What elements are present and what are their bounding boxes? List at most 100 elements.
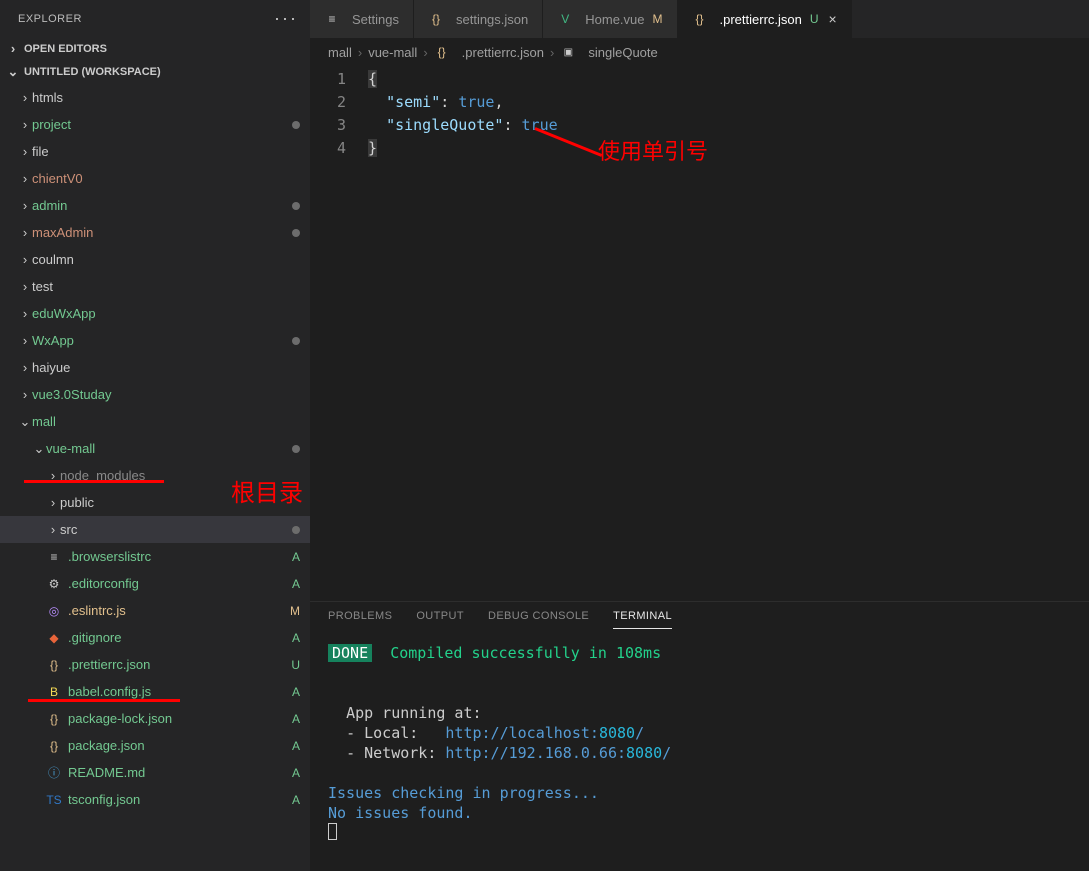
chevron-icon: ›: [18, 90, 32, 105]
modified-dot-icon: [292, 229, 300, 237]
tree-item[interactable]: ›file: [0, 138, 310, 165]
tree-item[interactable]: ›chientV0: [0, 165, 310, 192]
tree-label: WxApp: [32, 333, 292, 348]
tree-label: admin: [32, 198, 292, 213]
code-content[interactable]: { "semi": true, "singleQuote": true }: [368, 68, 1089, 601]
terminal-line: Compiled successfully in 108ms: [390, 644, 661, 662]
code-editor[interactable]: 1 2 3 4 { "semi": true, "singleQuote": t…: [310, 66, 1089, 601]
babel-icon: B: [46, 684, 62, 700]
tree-item[interactable]: ⌄vue-mall: [0, 435, 310, 462]
tree-item[interactable]: ›maxAdmin: [0, 219, 310, 246]
panel-tab[interactable]: OUTPUT: [416, 610, 464, 629]
line-number: 1: [310, 68, 346, 91]
git-status: M: [284, 604, 300, 618]
tree-item[interactable]: ›haiyue: [0, 354, 310, 381]
tree-item[interactable]: {}.prettierrc.jsonU: [0, 651, 310, 678]
editor-tab[interactable]: {}settings.json: [414, 0, 543, 38]
tree-label: file: [32, 144, 300, 159]
git-icon: ◆: [46, 630, 62, 646]
git-status: A: [284, 739, 300, 753]
tree-item[interactable]: TStsconfig.jsonA: [0, 786, 310, 813]
close-icon[interactable]: ×: [829, 11, 837, 27]
tree-item[interactable]: ›vue3.0Studay: [0, 381, 310, 408]
editor-tabs: ≡Settings{}settings.jsonVHome.vueM{}.pre…: [310, 0, 1089, 38]
tree-label: tsconfig.json: [68, 792, 284, 807]
line-number: 4: [310, 137, 346, 160]
terminal-port: 8080: [599, 724, 635, 742]
lines-icon: ≡: [46, 549, 62, 565]
tree-item[interactable]: ◎.eslintrc.jsM: [0, 597, 310, 624]
tree-item[interactable]: ›eduWxApp: [0, 300, 310, 327]
annotation-underline: [28, 699, 180, 702]
terminal-port: 8080: [626, 744, 662, 762]
chevron-icon: ›: [18, 333, 32, 348]
terminal-line: - Network:: [346, 744, 445, 762]
tree-item[interactable]: ›coulmn: [0, 246, 310, 273]
line-number: 2: [310, 91, 346, 114]
annotation-underline: [24, 480, 164, 483]
breadcrumb[interactable]: mall › vue-mall › {} .prettierrc.json › …: [310, 38, 1089, 66]
git-status: A: [284, 685, 300, 699]
breadcrumb-seg[interactable]: vue-mall: [368, 45, 417, 60]
tree-item[interactable]: ›htmls: [0, 84, 310, 111]
chevron-icon: ›: [18, 306, 32, 321]
panel-tab[interactable]: TERMINAL: [613, 610, 672, 629]
open-editors-section[interactable]: › OPEN EDITORS: [0, 37, 310, 60]
git-status: A: [284, 577, 300, 591]
tree-item[interactable]: ›WxApp: [0, 327, 310, 354]
breadcrumb-seg[interactable]: singleQuote: [588, 45, 657, 60]
tree-item[interactable]: ⌄mall: [0, 408, 310, 435]
terminal-url[interactable]: http://192.168.0.66:: [445, 744, 626, 762]
terminal-output[interactable]: DONE Compiled successfully in 108ms App …: [310, 629, 1089, 871]
gear-icon: ⚙: [46, 576, 62, 592]
breadcrumb-seg[interactable]: mall: [328, 45, 352, 60]
editor-tab[interactable]: ≡Settings: [310, 0, 414, 38]
done-badge: DONE: [328, 644, 372, 662]
chevron-right-icon: ›: [358, 45, 362, 60]
modified-dot-icon: [292, 202, 300, 210]
chevron-icon: ›: [18, 117, 32, 132]
tree-item[interactable]: ›node_modules: [0, 462, 310, 489]
tree-item[interactable]: ≡.browserslistrcA: [0, 543, 310, 570]
terminal-url[interactable]: http://localhost:: [445, 724, 599, 742]
tree-item[interactable]: ›project: [0, 111, 310, 138]
tree-item[interactable]: ›public: [0, 489, 310, 516]
modified-dot-icon: [292, 445, 300, 453]
tab-label: settings.json: [456, 12, 528, 27]
settings-icon: ≡: [324, 11, 340, 27]
more-icon[interactable]: ···: [274, 8, 298, 29]
tree-item[interactable]: ›src: [0, 516, 310, 543]
tree-label: README.md: [68, 765, 284, 780]
tree-item[interactable]: ⓘREADME.mdA: [0, 759, 310, 786]
editor-tab[interactable]: VHome.vueM: [543, 0, 677, 38]
tree-label: src: [60, 522, 292, 537]
chevron-right-icon: ›: [6, 41, 20, 56]
explorer-header: EXPLORER ···: [0, 0, 310, 37]
chevron-icon: ›: [18, 198, 32, 213]
breadcrumb-seg[interactable]: .prettierrc.json: [462, 45, 544, 60]
panel-tab[interactable]: DEBUG CONSOLE: [488, 610, 589, 629]
tree-item[interactable]: ›admin: [0, 192, 310, 219]
tree-item[interactable]: {}package-lock.jsonA: [0, 705, 310, 732]
tree-item[interactable]: ⚙ .editorconfigA: [0, 570, 310, 597]
tree-label: babel.config.js: [68, 684, 284, 699]
panel-tab[interactable]: PROBLEMS: [328, 610, 392, 629]
tree-item[interactable]: {}package.jsonA: [0, 732, 310, 759]
editor-tab[interactable]: {}.prettierrc.jsonU×: [678, 0, 852, 38]
tree-item[interactable]: ◆.gitignoreA: [0, 624, 310, 651]
tree-label: .prettierrc.json: [68, 657, 284, 672]
workspace-section[interactable]: ⌄ UNTITLED (WORKSPACE): [0, 60, 310, 84]
tree-label: chientV0: [32, 171, 300, 186]
modified-dot-icon: [292, 526, 300, 534]
tree-label: .editorconfig: [68, 576, 284, 591]
terminal-line: No issues found.: [328, 804, 473, 822]
tree-item[interactable]: ›test: [0, 273, 310, 300]
chevron-right-icon: ›: [423, 45, 427, 60]
tree-label: package.json: [68, 738, 284, 753]
tab-label: Home.vue: [585, 12, 644, 27]
vue-icon: V: [557, 11, 573, 27]
chevron-icon: ›: [18, 171, 32, 186]
tree-label: maxAdmin: [32, 225, 292, 240]
tree-label: public: [60, 495, 300, 510]
tree-label: package-lock.json: [68, 711, 284, 726]
